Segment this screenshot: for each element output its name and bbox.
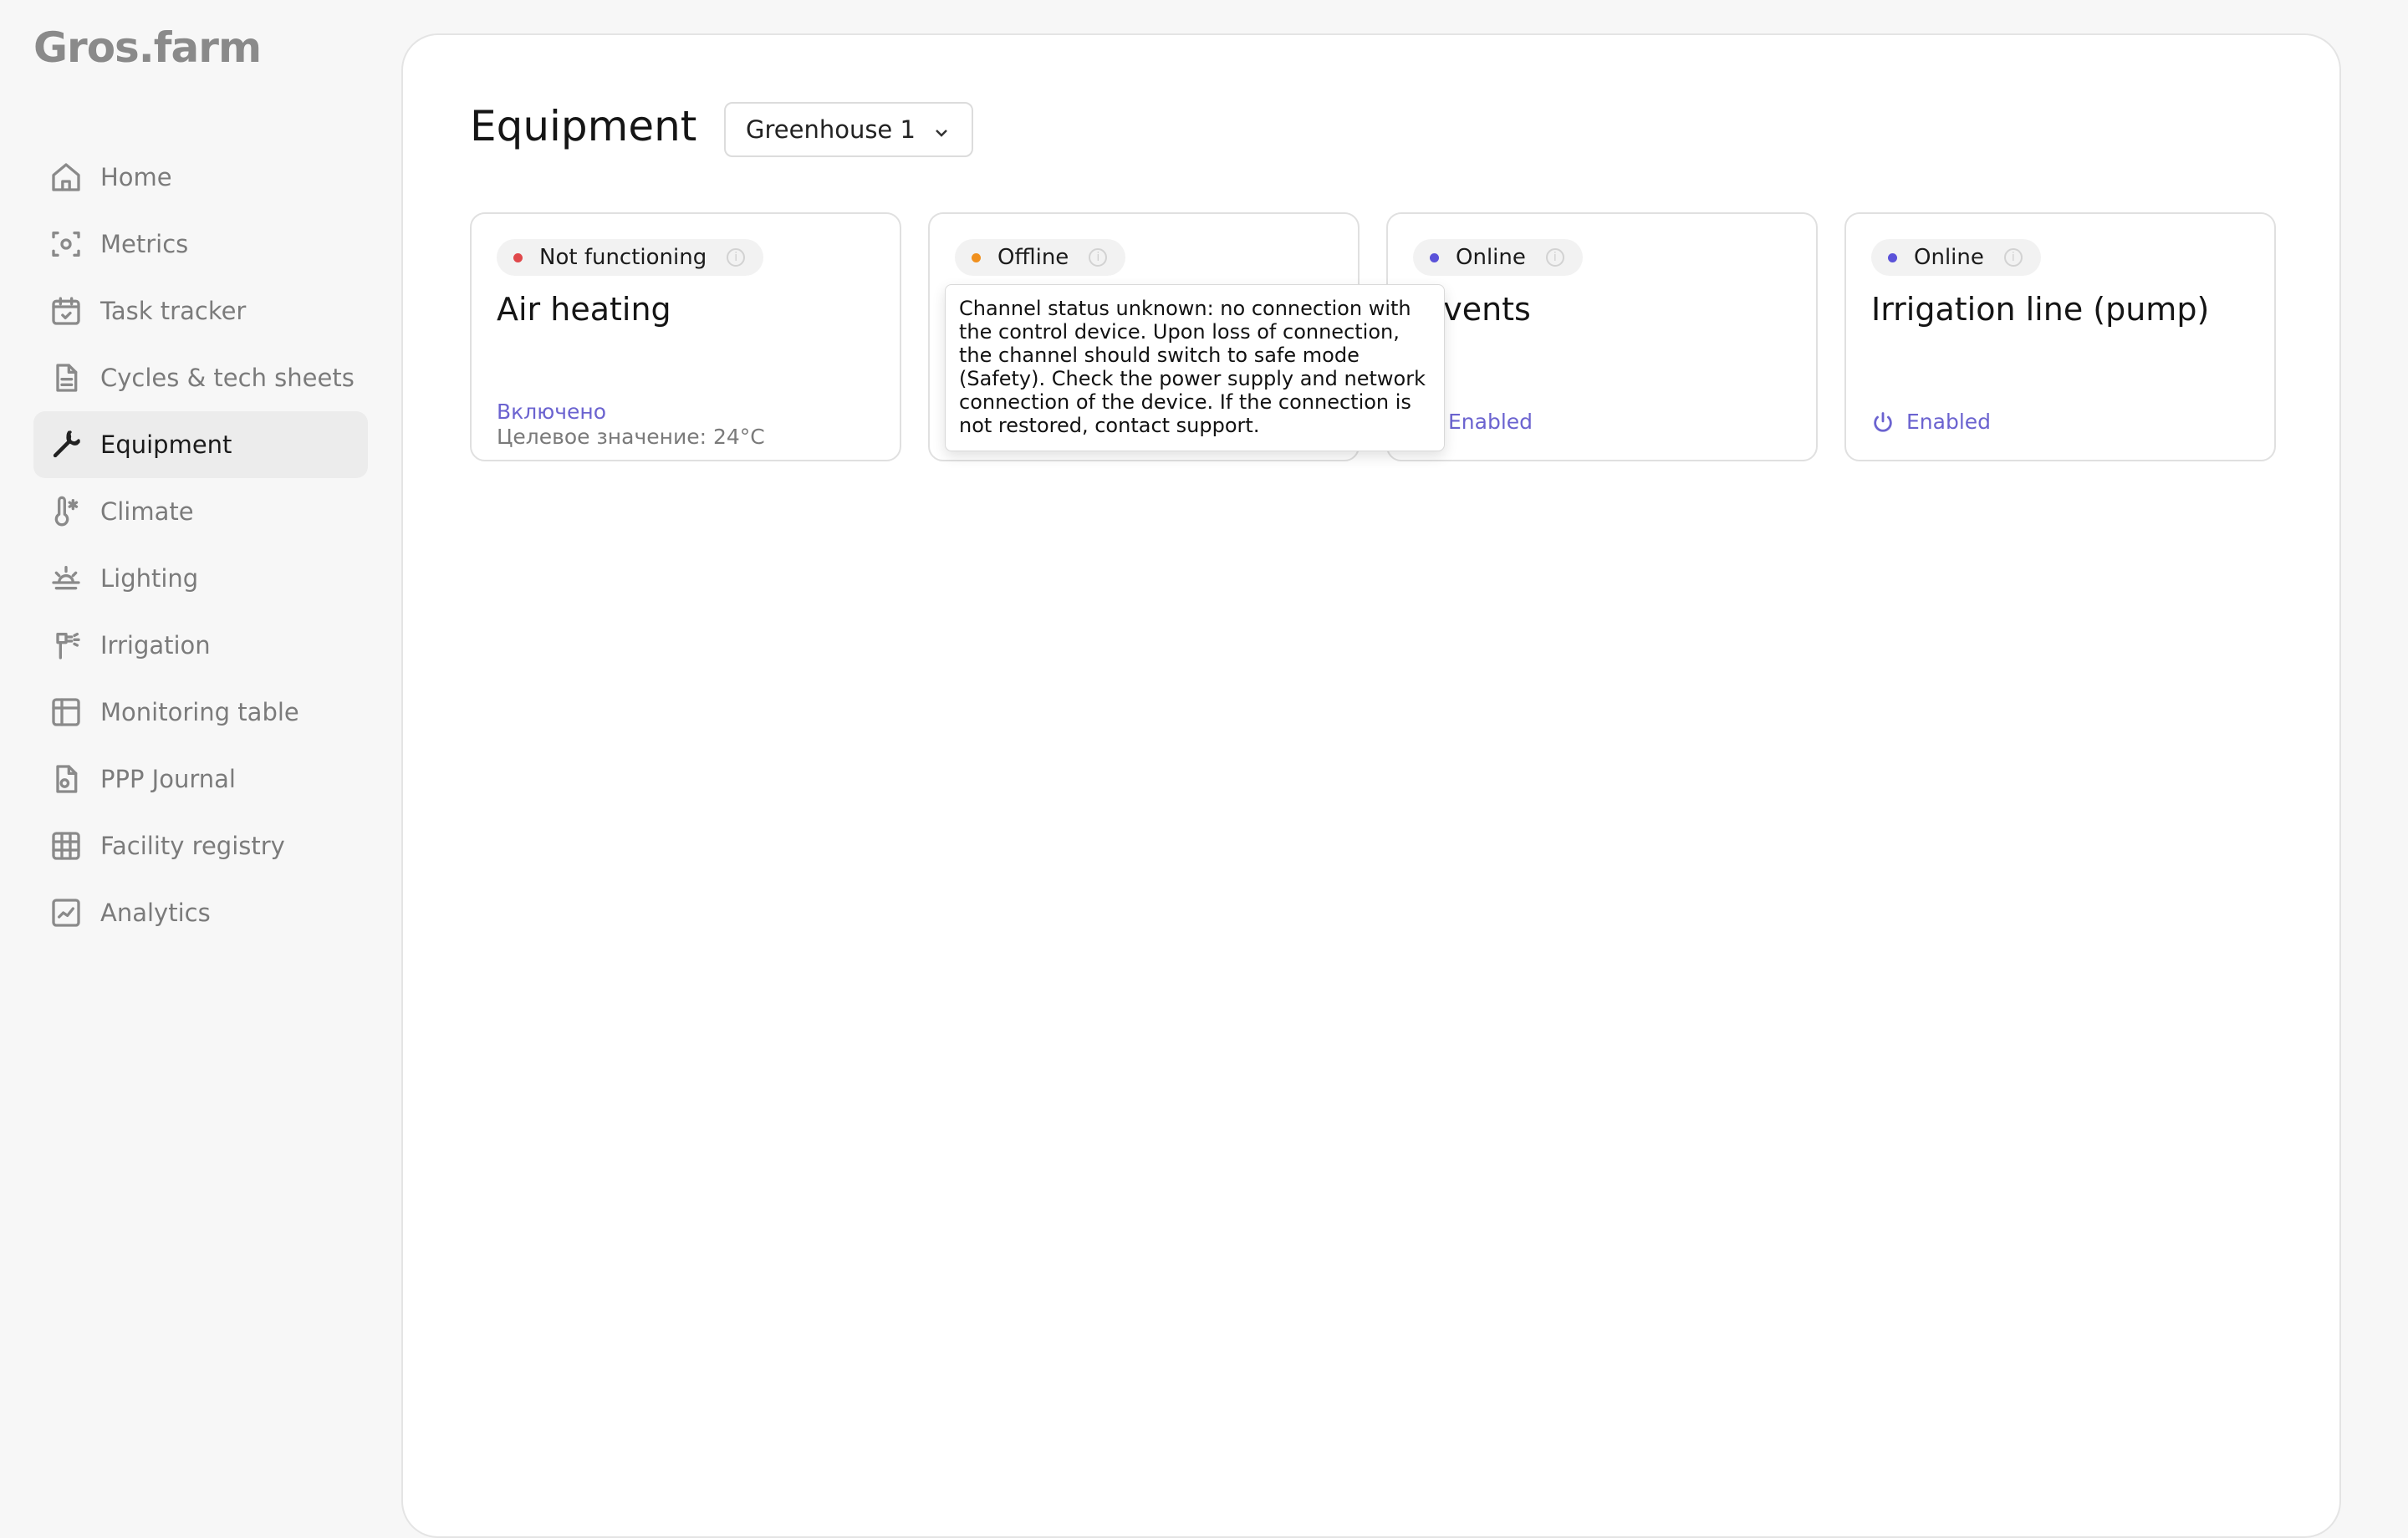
info-icon[interactable]: i <box>1089 248 1108 267</box>
main-panel: Equipment Greenhouse 1 Not functioning i… <box>401 33 2341 1538</box>
status-tooltip: Channel status unknown: no connection wi… <box>945 284 1445 451</box>
info-icon[interactable]: i <box>1545 248 1564 267</box>
sprinkler-icon <box>48 628 84 663</box>
sidebar-item-label: Cycles & tech sheets <box>100 364 355 392</box>
sidebar-item-monitoring-table[interactable]: Monitoring table <box>33 679 368 746</box>
status-badge: Online i <box>1871 239 2041 276</box>
sunrise-icon <box>48 561 84 596</box>
sidebar-item-analytics[interactable]: Analytics <box>33 879 368 946</box>
thermometer-icon <box>48 494 84 529</box>
greenhouse-select-value: Greenhouse 1 <box>746 115 916 144</box>
sidebar-item-climate[interactable]: Climate <box>33 478 368 545</box>
sidebar-item-equipment[interactable]: Equipment <box>33 411 368 478</box>
status-label: Offline <box>997 245 1069 270</box>
info-icon[interactable]: i <box>2003 248 2023 267</box>
power-icon <box>1874 411 1892 432</box>
sidebar-item-label: Home <box>100 163 172 191</box>
grid-icon <box>48 828 84 863</box>
equipment-card-air-heating[interactable]: Not functioning i Air heating Включено Ц… <box>470 212 901 461</box>
sidebar-item-task-tracker[interactable]: Task tracker <box>33 278 368 344</box>
card-title: Air heating <box>497 291 671 328</box>
status-dot <box>1888 252 1897 262</box>
sidebar-nav: Home Metrics Task tracker Cycles & tech … <box>33 144 368 946</box>
sidebar-item-label: Monitoring table <box>100 698 299 726</box>
document-icon <box>48 360 84 395</box>
status-label: Online <box>1456 245 1526 270</box>
info-icon[interactable]: i <box>727 248 746 267</box>
journal-icon <box>48 761 84 797</box>
metrics-icon <box>48 227 84 262</box>
sidebar-item-metrics[interactable]: Metrics <box>33 211 368 278</box>
sidebar-item-label: Analytics <box>100 899 211 927</box>
equipment-card-vents[interactable]: Online i p vents Enabled <box>1386 212 1818 461</box>
sidebar-item-facility-registry[interactable]: Facility registry <box>33 812 368 879</box>
sidebar-item-ppp-journal[interactable]: PPP Journal <box>33 746 368 812</box>
home-icon <box>48 160 84 195</box>
status-label: Not functioning <box>539 245 707 270</box>
status-dot <box>513 252 523 262</box>
status-badge: Offline i <box>955 239 1126 276</box>
sidebar-item-home[interactable]: Home <box>33 144 368 211</box>
card-target-value: Целевое значение: 24°C <box>497 425 765 449</box>
app-logo[interactable]: Gros.farm <box>33 23 262 72</box>
sidebar-item-irrigation[interactable]: Irrigation <box>33 612 368 679</box>
card-state: Включено <box>497 400 607 424</box>
card-state[interactable]: Enabled <box>1871 410 1991 434</box>
sidebar-item-label: Equipment <box>100 430 232 459</box>
status-dot <box>972 252 981 262</box>
status-badge: Online i <box>1413 239 1583 276</box>
sidebar-item-label: PPP Journal <box>100 765 236 793</box>
card-title: Irrigation line (pump) <box>1871 291 2210 328</box>
card-state-label: Enabled <box>1448 410 1533 434</box>
wrench-icon <box>48 427 84 462</box>
sidebar-item-cycles[interactable]: Cycles & tech sheets <box>33 344 368 411</box>
chart-icon <box>48 895 84 930</box>
sidebar-item-label: Irrigation <box>100 631 211 660</box>
page-title: Equipment <box>470 102 697 150</box>
status-badge: Not functioning i <box>497 239 764 276</box>
sidebar-item-label: Lighting <box>100 564 199 593</box>
sidebar-item-label: Facility registry <box>100 832 285 860</box>
equipment-card-irrigation-pump[interactable]: Online i Irrigation line (pump) Enabled <box>1844 212 2276 461</box>
chevron-down-icon <box>931 120 951 140</box>
table-icon <box>48 695 84 730</box>
sidebar-item-label: Task tracker <box>100 297 247 325</box>
sidebar-item-label: Metrics <box>100 230 189 258</box>
sidebar-item-label: Climate <box>100 497 194 526</box>
greenhouse-select[interactable]: Greenhouse 1 <box>724 102 973 157</box>
status-label: Online <box>1914 245 1984 270</box>
calendar-icon <box>48 293 84 328</box>
sidebar-item-lighting[interactable]: Lighting <box>33 545 368 612</box>
card-state-label: Enabled <box>1906 410 1992 434</box>
status-dot <box>1430 252 1439 262</box>
